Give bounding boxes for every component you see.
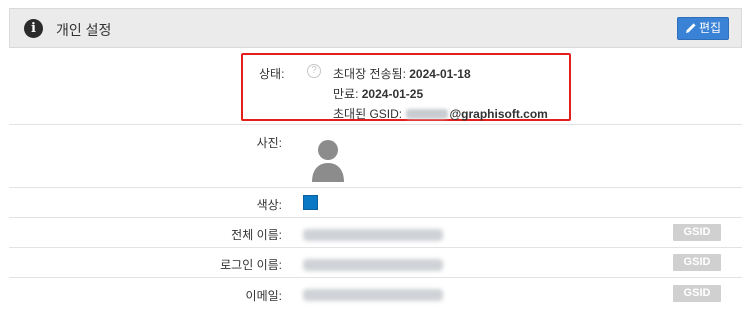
avatar-placeholder-icon xyxy=(312,140,344,182)
gsid-badge-login-name: GSID xyxy=(673,254,721,271)
email-label: 이메일: xyxy=(245,289,282,303)
panel-header: i 개인 설정 편집 xyxy=(9,8,742,48)
photo-row: 사진: xyxy=(9,125,742,188)
photo-label: 사진: xyxy=(256,136,282,150)
info-icon: i xyxy=(24,19,43,38)
color-swatch[interactable] xyxy=(303,195,318,210)
login-name-label: 로그인 이름: xyxy=(220,258,282,272)
expiry-date: 2024-01-25 xyxy=(361,87,424,101)
panel-title: 개인 설정 xyxy=(56,22,112,38)
pencil-icon xyxy=(685,23,696,33)
gsid-badge-full-name: GSID xyxy=(673,224,721,241)
invited-gsid-domain: @graphisoft.com xyxy=(449,107,548,121)
edit-button[interactable]: 편집 xyxy=(677,17,729,40)
color-label: 색상: xyxy=(256,198,282,212)
status-highlight-box: 상태: ? 초대장 전송됨: 2024-01-18 만료: 2024-01-25… xyxy=(241,53,571,121)
edit-button-label: 편집 xyxy=(698,21,722,35)
invitation-sent-text: 초대장 전송됨: 2024-01-18 xyxy=(333,67,471,81)
gsid-badge-email: GSID xyxy=(673,285,721,302)
redacted-full-name xyxy=(303,229,443,241)
redacted-email xyxy=(303,289,443,301)
help-icon[interactable]: ? xyxy=(307,64,321,78)
invited-gsid-text: 초대된 GSID: @graphisoft.com xyxy=(333,107,548,121)
personal-settings-panel: i 개인 설정 편집 사진: 색상: 전체 이름: 로그인 이름: 이메일: 상… xyxy=(9,8,742,312)
invitation-sent-date: 2024-01-18 xyxy=(409,67,471,81)
full-name-label: 전체 이름: xyxy=(231,228,282,242)
status-label: 상태: xyxy=(259,67,285,81)
expiry-text: 만료: 2024-01-25 xyxy=(333,87,424,101)
redacted-login-name xyxy=(303,259,443,271)
redacted-username xyxy=(406,109,449,119)
color-row: 색상: xyxy=(9,188,742,218)
